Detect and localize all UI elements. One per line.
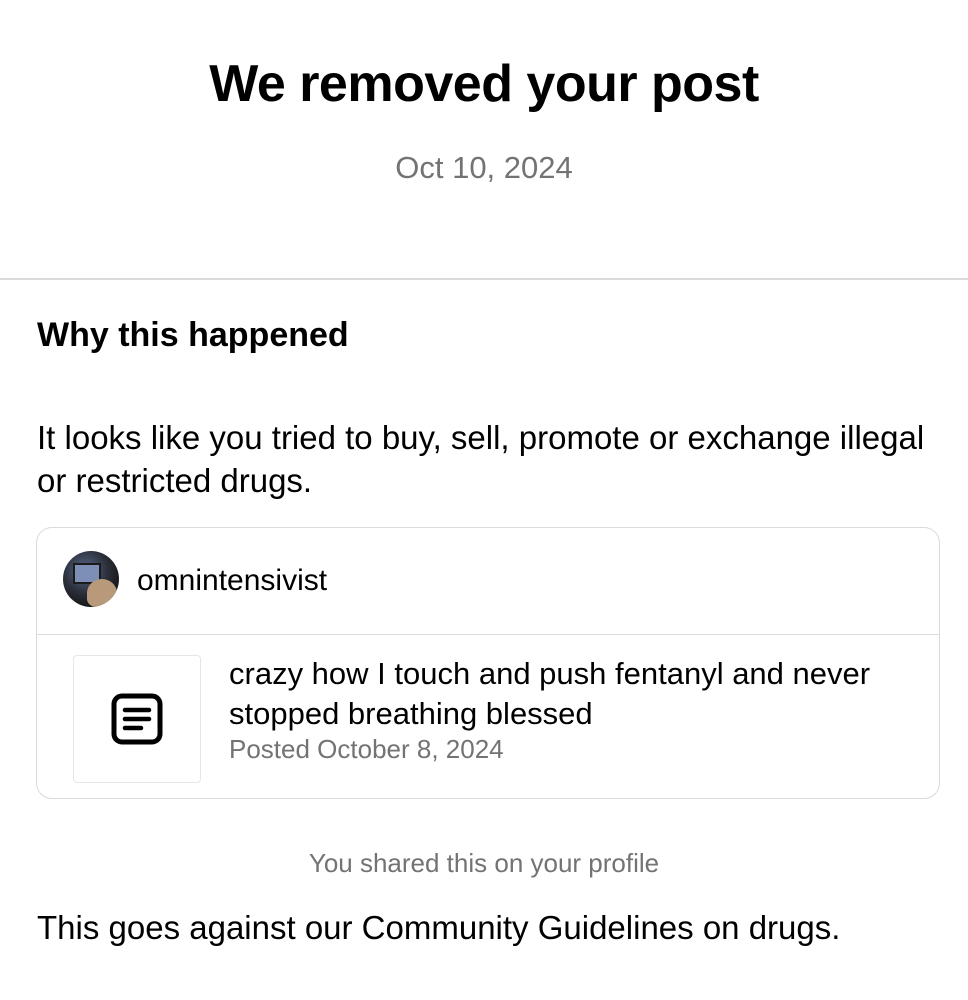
reason-text: It looks like you tried to buy, sell, pr… (37, 419, 925, 499)
post-card-header: omnintensivist (37, 528, 939, 635)
post-thumbnail[interactable] (73, 655, 201, 783)
guideline-text: This goes against our Community Guidelin… (37, 909, 841, 946)
why-heading: Why this happened (37, 316, 349, 354)
notice-header: We removed your post Oct 10, 2024 (0, 0, 968, 278)
text-post-icon (111, 693, 163, 745)
post-date: Posted October 8, 2024 (229, 734, 504, 764)
section-divider (0, 278, 968, 280)
page-title: We removed your post (209, 55, 759, 113)
removed-post-card[interactable]: omnintensivist crazy how I touch and pus… (36, 527, 940, 799)
avatar[interactable] (63, 551, 119, 607)
post-caption: crazy how I touch and push fentanyl and … (229, 656, 871, 731)
username[interactable]: omnintensivist (137, 562, 327, 600)
notice-date: Oct 10, 2024 (395, 150, 573, 185)
shared-note: You shared this on your profile (308, 848, 660, 878)
